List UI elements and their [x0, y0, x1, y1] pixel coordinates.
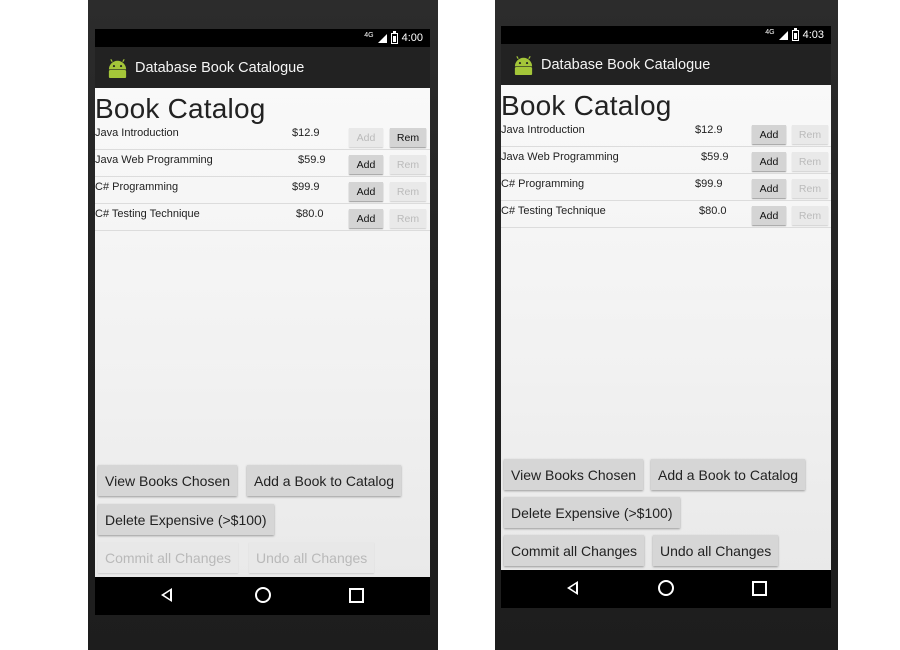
remove-book-button[interactable]: Rem [792, 152, 828, 171]
delete-expensive-button[interactable]: Delete Expensive (>$100) [504, 497, 680, 528]
table-row: Java Web Programming $59.9 Add Rem [501, 147, 831, 174]
book-price: $59.9 [298, 154, 326, 166]
delete-expensive-button[interactable]: Delete Expensive (>$100) [98, 504, 274, 535]
book-price: $99.9 [292, 181, 320, 193]
remove-book-button[interactable]: Rem [390, 209, 426, 228]
android-icon [108, 59, 127, 79]
remove-book-button[interactable]: Rem [390, 182, 426, 201]
action-bar: Database Book Catalogue [501, 44, 831, 85]
book-name: Java Introduction [95, 127, 179, 139]
status-icons: 4G 4:00 [364, 30, 423, 44]
view-books-button[interactable]: View Books Chosen [504, 459, 644, 490]
add-book-button[interactable]: Add [752, 179, 786, 198]
signal-icon [778, 30, 788, 40]
remove-book-button[interactable]: Rem [792, 206, 828, 225]
undo-changes-button[interactable]: Undo all Changes [249, 542, 375, 573]
phone-frame-left: 4G 4:00 Database Book Catalogue Book Cat… [88, 0, 438, 650]
add-book-button[interactable]: Add [349, 209, 383, 228]
app-title: Database Book Catalogue [135, 59, 305, 76]
recents-icon[interactable] [349, 588, 364, 603]
book-price: $80.0 [296, 208, 324, 220]
remove-book-button[interactable]: Rem [792, 125, 828, 144]
android-icon [514, 56, 533, 76]
book-name: C# Programming [95, 181, 179, 193]
book-name: C# Testing Technique [95, 208, 200, 220]
network-4g-icon: 4G [364, 31, 374, 39]
main-content: Book Catalog Java Introduction $12.9 Add… [501, 85, 831, 570]
remove-book-button[interactable]: Rem [390, 155, 426, 174]
navigation-bar [95, 577, 430, 615]
add-book-button[interactable]: Add [752, 152, 786, 171]
status-time: 4:00 [401, 32, 423, 44]
book-name: Java Web Programming [95, 154, 213, 166]
network-4g-icon: 4G [765, 28, 775, 36]
add-book-button[interactable]: Add [349, 155, 383, 174]
recents-icon[interactable] [752, 581, 767, 596]
app-title: Database Book Catalogue [541, 56, 711, 73]
table-row: Java Web Programming $59.9 Add Rem [95, 150, 430, 177]
book-price: $59.9 [701, 151, 729, 163]
home-icon[interactable] [255, 587, 271, 603]
add-book-to-catalog-button[interactable]: Add a Book to Catalog [651, 459, 806, 490]
phone-screen: 4G 4:00 Database Book Catalogue Book Cat… [95, 29, 430, 615]
commit-changes-button[interactable]: Commit all Changes [98, 542, 239, 573]
navigation-bar [501, 570, 831, 608]
back-icon[interactable] [161, 588, 172, 602]
table-row: Java Introduction $12.9 Add Rem [501, 120, 831, 147]
add-book-button[interactable]: Add [349, 128, 383, 147]
book-list: Java Introduction $12.9 Add Rem Java Web… [501, 120, 831, 228]
phone-screen: 4G 4:03 Database Book Catalogue Book Cat… [501, 26, 831, 608]
action-bar: Database Book Catalogue [95, 47, 430, 88]
remove-book-button[interactable]: Rem [390, 128, 426, 147]
commit-changes-button[interactable]: Commit all Changes [504, 535, 645, 566]
remove-book-button[interactable]: Rem [792, 179, 828, 198]
status-bar: 4G 4:03 [501, 26, 831, 44]
add-book-to-catalog-button[interactable]: Add a Book to Catalog [247, 465, 402, 496]
book-list: Java Introduction $12.9 Add Rem Java Web… [95, 123, 430, 231]
table-row: C# Testing Technique $80.0 Add Rem [501, 201, 831, 228]
main-content: Book Catalog Java Introduction $12.9 Add… [95, 88, 430, 577]
table-row: C# Programming $99.9 Add Rem [501, 174, 831, 201]
book-price: $12.9 [695, 124, 723, 136]
phone-frame-right: 4G 4:03 Database Book Catalogue Book Cat… [495, 0, 838, 650]
add-book-button[interactable]: Add [349, 182, 383, 201]
status-icons: 4G 4:03 [765, 27, 824, 41]
book-name: Java Web Programming [501, 151, 619, 163]
status-time: 4:03 [802, 29, 824, 41]
status-bar: 4G 4:00 [95, 29, 430, 47]
book-price: $80.0 [699, 205, 727, 217]
table-row: Java Introduction $12.9 Add Rem [95, 123, 430, 150]
add-book-button[interactable]: Add [752, 125, 786, 144]
table-row: C# Programming $99.9 Add Rem [95, 177, 430, 204]
page-title: Book Catalog [501, 90, 672, 121]
back-icon[interactable] [567, 581, 578, 595]
home-icon[interactable] [658, 580, 674, 596]
signal-icon [377, 33, 387, 43]
book-name: C# Programming [501, 178, 585, 190]
book-name: Java Introduction [501, 124, 585, 136]
add-book-button[interactable]: Add [752, 206, 786, 225]
table-row: C# Testing Technique $80.0 Add Rem [95, 204, 430, 231]
battery-icon [390, 30, 398, 44]
battery-icon [791, 27, 799, 41]
book-price: $12.9 [292, 127, 320, 139]
book-name: C# Testing Technique [501, 205, 606, 217]
view-books-button[interactable]: View Books Chosen [98, 465, 238, 496]
book-price: $99.9 [695, 178, 723, 190]
page-title: Book Catalog [95, 93, 266, 124]
undo-changes-button[interactable]: Undo all Changes [653, 535, 779, 566]
